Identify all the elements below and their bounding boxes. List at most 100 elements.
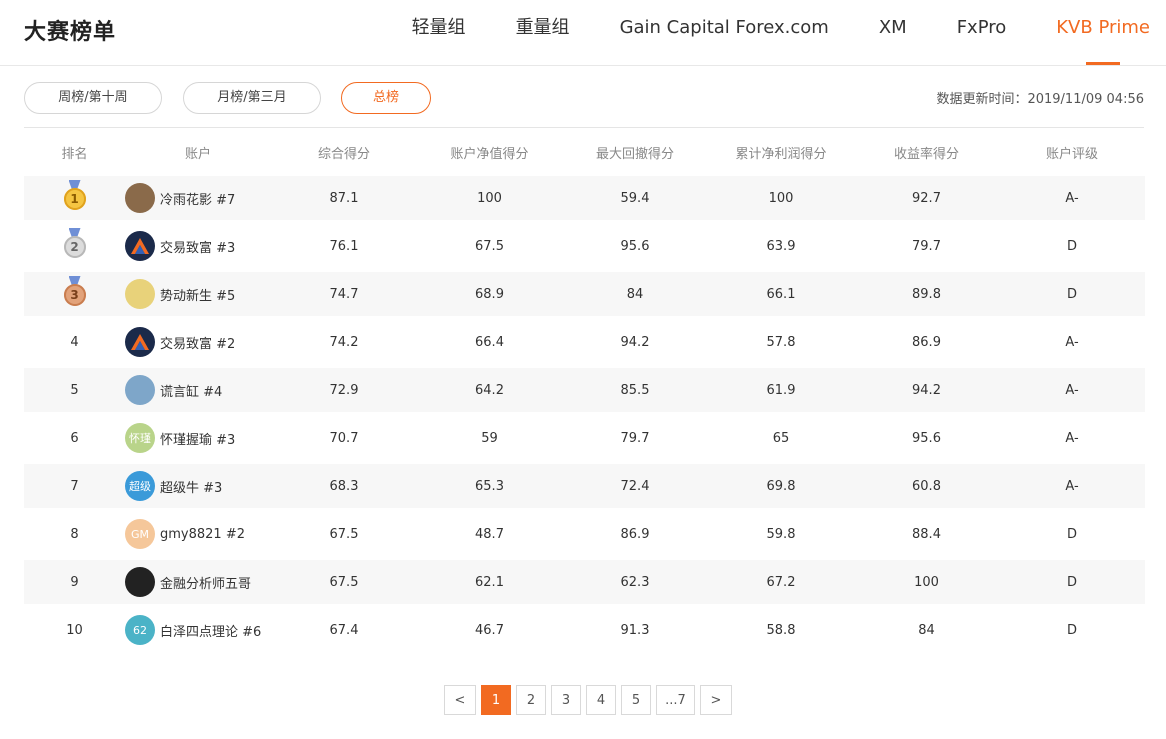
avatar[interactable] xyxy=(125,375,155,405)
account-cell[interactable]: 势动新生 #5 xyxy=(125,279,271,309)
grade-cell: D xyxy=(1066,526,1077,542)
grade-cell: D xyxy=(1066,286,1077,302)
rank-medal-cell: 3 xyxy=(24,276,125,312)
logo-a-icon xyxy=(131,334,149,350)
account-cell[interactable]: 超级 超级牛 #3 xyxy=(125,471,271,501)
account-name[interactable]: 超级牛 #3 xyxy=(160,477,222,496)
header-equity-score: 账户净值得分 xyxy=(450,146,529,162)
table-body: 1 冷雨花影 #7 87.1 100 59.4 100 92.7 A- 2 交易致富 #3 76.1… xyxy=(24,176,1145,652)
grade-cell: A- xyxy=(1065,478,1079,494)
profit-score-cell: 63.9 xyxy=(766,238,796,254)
return-score-cell: 88.4 xyxy=(912,526,941,542)
return-score-cell: 86.9 xyxy=(912,334,941,350)
grade-cell: D xyxy=(1066,622,1077,638)
drawdown-score-cell: 94.2 xyxy=(620,334,650,350)
account-name[interactable]: 交易致富 #3 xyxy=(160,237,235,256)
total-score-cell: 67.5 xyxy=(329,574,359,590)
rank-cell: 8 xyxy=(70,526,79,542)
account-cell[interactable]: 金融分析师五哥 xyxy=(125,567,271,597)
prev-page-button[interactable]: < xyxy=(444,685,476,715)
page-button-1[interactable]: 1 xyxy=(481,685,511,715)
account-cell[interactable]: 冷雨花影 #7 xyxy=(125,183,271,213)
table-row: 6 怀瑾 怀瑾握瑜 #3 70.7 59 79.7 65 95.6 A- xyxy=(24,416,1145,460)
table-row: 1 冷雨花影 #7 87.1 100 59.4 100 92.7 A- xyxy=(24,176,1145,220)
rank-cell: 9 xyxy=(70,574,79,590)
tab-gain-capital[interactable]: Gain Capital Forex.com xyxy=(620,0,829,65)
grade-cell: D xyxy=(1066,574,1077,590)
page-button-3[interactable]: 3 xyxy=(551,685,581,715)
account-name[interactable]: 势动新生 #5 xyxy=(160,285,235,304)
tab-light[interactable]: 轻量组 xyxy=(412,0,466,65)
pagination: < 1 2 3 4 5 ...7 > xyxy=(444,685,737,715)
equity-score-cell: 66.4 xyxy=(475,334,504,350)
tab-kvb-prime[interactable]: KVB Prime xyxy=(1056,0,1150,65)
table-row: 8 GM gmy8821 #2 67.5 48.7 86.9 59.8 88.4 D xyxy=(24,512,1145,556)
avatar[interactable] xyxy=(125,567,155,597)
filter-bar: 周榜/第十周 月榜/第三月 总榜 数据更新时间：2019/11/09 04:56 xyxy=(24,66,1144,128)
grade-cell: A- xyxy=(1065,430,1079,446)
header-drawdown-score: 最大回撤得分 xyxy=(595,146,674,162)
equity-score-cell: 68.9 xyxy=(475,286,504,302)
total-score-cell: 72.9 xyxy=(329,382,359,398)
tab-heavy[interactable]: 重量组 xyxy=(516,0,570,65)
avatar[interactable] xyxy=(125,183,155,213)
medal-rank-number: 2 xyxy=(63,236,86,258)
account-cell[interactable]: 怀瑾 怀瑾握瑜 #3 xyxy=(125,423,271,453)
account-name[interactable]: 谎言缸 #4 xyxy=(160,381,222,400)
header-grade: 账户评级 xyxy=(1045,146,1098,162)
avatar[interactable]: 超级 xyxy=(125,471,155,501)
page-button-last[interactable]: ...7 xyxy=(656,685,695,715)
update-time: 数据更新时间：2019/11/09 04:56 xyxy=(936,92,1144,107)
profit-score-cell: 59.8 xyxy=(766,526,796,542)
avatar[interactable] xyxy=(125,279,155,309)
account-cell[interactable]: 62 白泽四点理论 #6 xyxy=(125,615,271,645)
page-button-4[interactable]: 4 xyxy=(586,685,616,715)
account-cell[interactable]: 交易致富 #2 xyxy=(125,327,271,357)
table-row: 4 交易致富 #2 74.2 66.4 94.2 57.8 86.9 A- xyxy=(24,320,1145,364)
tab-xm[interactable]: XM xyxy=(879,0,907,65)
bronze-medal-icon: 3 xyxy=(63,276,87,308)
account-cell[interactable]: GM gmy8821 #2 xyxy=(125,519,271,549)
drawdown-score-cell: 59.4 xyxy=(620,190,650,206)
account-name[interactable]: 白泽四点理论 #6 xyxy=(160,621,261,640)
avatar[interactable] xyxy=(125,327,155,357)
return-score-cell: 84 xyxy=(918,622,935,638)
page-button-5[interactable]: 5 xyxy=(621,685,651,715)
header-profit-score: 累计净利润得分 xyxy=(735,146,827,162)
account-name[interactable]: 交易致富 #2 xyxy=(160,333,235,352)
tab-fxpro[interactable]: FxPro xyxy=(957,0,1007,65)
header-total-score: 综合得分 xyxy=(317,146,370,162)
medal-rank-number: 1 xyxy=(63,188,86,210)
equity-score-cell: 59 xyxy=(481,430,498,446)
table-header: 排名 账户 综合得分 账户净值得分 最大回撤得分 累计净利润得分 收益率得分 账… xyxy=(24,128,1145,176)
equity-score-cell: 48.7 xyxy=(475,526,504,542)
monthly-ranking-button[interactable]: 月榜/第三月 xyxy=(183,82,321,114)
page-button-2[interactable]: 2 xyxy=(516,685,546,715)
total-score-cell: 74.7 xyxy=(329,286,359,302)
profit-score-cell: 65 xyxy=(772,430,790,446)
drawdown-score-cell: 62.3 xyxy=(620,574,650,590)
account-cell[interactable]: 谎言缸 #4 xyxy=(125,375,271,405)
next-page-button[interactable]: > xyxy=(700,685,732,715)
equity-score-cell: 65.3 xyxy=(475,478,504,494)
total-ranking-button[interactable]: 总榜 xyxy=(341,82,431,114)
account-name[interactable]: 冷雨花影 #7 xyxy=(160,189,235,208)
account-name[interactable]: 怀瑾握瑜 #3 xyxy=(160,429,235,448)
weekly-ranking-button[interactable]: 周榜/第十周 xyxy=(24,82,162,114)
account-cell[interactable]: 交易致富 #3 xyxy=(125,231,271,261)
avatar[interactable]: 怀瑾 xyxy=(125,423,155,453)
medal-rank-number: 3 xyxy=(63,284,86,306)
account-name[interactable]: gmy8821 #2 xyxy=(160,527,245,542)
account-name[interactable]: 金融分析师五哥 xyxy=(160,573,251,592)
rank-cell: 10 xyxy=(66,622,83,638)
avatar[interactable] xyxy=(125,231,155,261)
avatar[interactable]: 62 xyxy=(125,615,155,645)
profit-score-cell: 66.1 xyxy=(766,286,796,302)
avatar[interactable]: GM xyxy=(125,519,155,549)
profit-score-cell: 67.2 xyxy=(766,574,796,590)
return-score-cell: 92.7 xyxy=(912,190,941,206)
total-score-cell: 74.2 xyxy=(329,334,359,350)
rank-medal-cell: 2 xyxy=(24,228,125,264)
return-score-cell: 100 xyxy=(914,574,939,590)
gold-medal-icon: 1 xyxy=(63,180,87,212)
